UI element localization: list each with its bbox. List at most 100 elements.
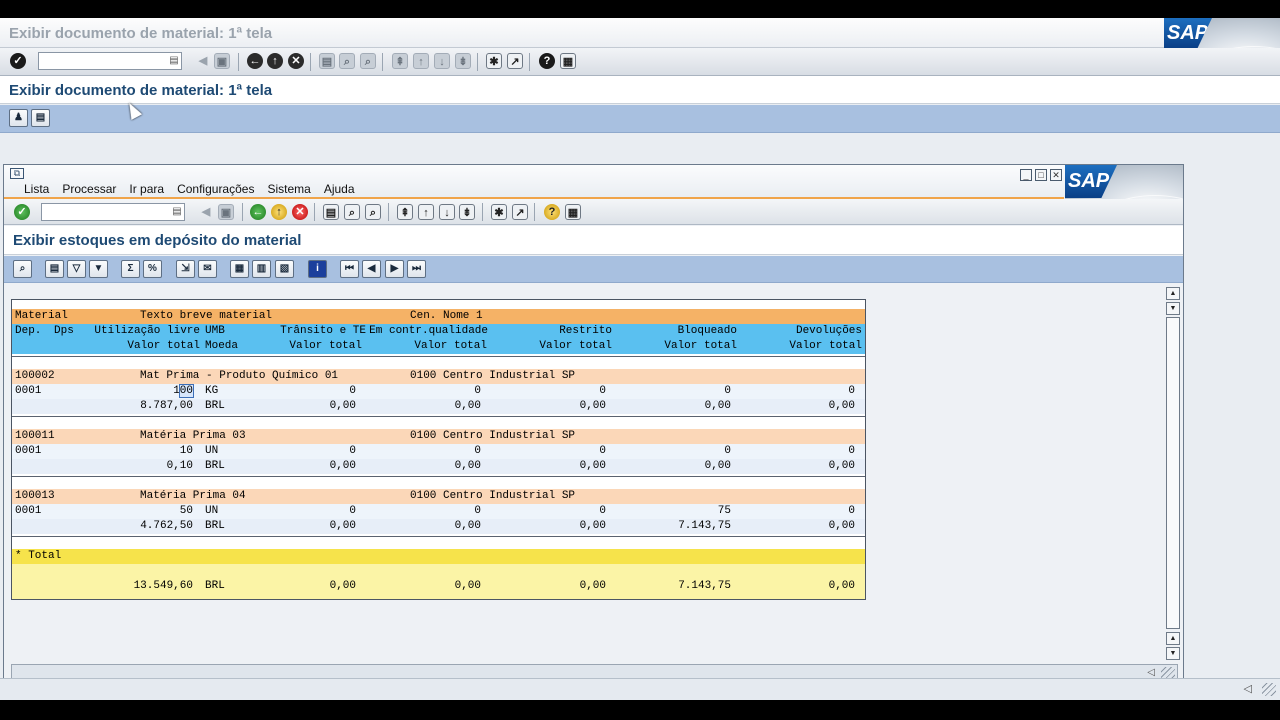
enter-icon[interactable]: ✓ [10,53,26,69]
material-row[interactable]: 100002 Mat Prima - Produto Químico 01 01… [12,369,865,384]
print-icon[interactable]: ▤ [45,260,64,278]
layout-icon[interactable]: ▦ [230,260,249,278]
vertical-scrollbar[interactable]: ▲ ▼ ▲ ▼ [1166,287,1180,661]
menu-processar[interactable]: Processar [62,182,116,198]
close-icon[interactable]: ✕ [1050,169,1062,181]
create-session-icon[interactable]: ✱ [491,204,507,220]
sum-icon[interactable]: Σ [121,260,140,278]
first-page-icon[interactable]: ⇞ [397,204,413,220]
dropdown-icon[interactable]: ▤ [169,55,179,67]
command-field[interactable]: ▤ [38,52,182,70]
first-icon[interactable]: ⏮ [340,260,359,278]
scroll-down-icon[interactable]: ▼ [1166,302,1180,315]
save-layout-icon[interactable]: ▧ [275,260,294,278]
help-icon[interactable]: ? [539,53,555,69]
quantity-row[interactable]: 0001 10 UN 0 0 0 0 0 [12,444,865,459]
separator [310,53,311,71]
user-icon[interactable]: ♟ [9,109,28,127]
col-valor-restrito[interactable]: Valor total [512,339,612,354]
material-row[interactable]: 100013 Matéria Prima 04 0100 Centro Indu… [12,489,865,504]
col-dps[interactable]: Dps [54,324,74,339]
total-values-row[interactable]: 13.549,60 BRL 0,00 0,00 0,00 7.143,75 0,… [12,564,865,599]
material-row[interactable]: 100011 Matéria Prima 03 0100 Centro Indu… [12,429,865,444]
value-row[interactable]: 0,10 BRL 0,00 0,00 0,00 0,00 0,00 [12,459,865,474]
scroll-track[interactable] [1166,317,1180,629]
quantity-row[interactable]: 0001 100 KG 0 0 0 0 0 [12,384,865,399]
print-icon[interactable]: ▤ [323,204,339,220]
details-icon[interactable]: ⌕ [13,260,32,278]
value-devol: 0,00 [828,400,855,412]
back-icon[interactable]: ← [247,53,263,69]
menu-sistema[interactable]: Sistema [267,182,310,198]
value-row[interactable]: 4.762,50 BRL 0,00 0,00 0,00 7.143,75 0,0… [12,519,865,534]
command-field[interactable]: ▤ [41,203,185,221]
window-title-bar: Exibir documento de material: 1ª tela [0,18,1280,48]
shortcut-icon[interactable]: ↗ [512,204,528,220]
change-layout-icon[interactable]: ▥ [252,260,271,278]
col-valor-total[interactable]: Valor total [90,339,200,354]
total-row[interactable]: * Total [12,549,865,564]
col-text[interactable]: Texto breve material [140,309,272,324]
col-cen[interactable]: Cen. Nome 1 [410,309,483,324]
menu-configuracoes[interactable]: Configurações [177,182,254,198]
col-umb[interactable]: UMB [205,324,225,339]
quantity-row[interactable]: 0001 50 UN 0 0 0 75 0 [12,504,865,519]
enter-icon[interactable]: ✓ [14,204,30,220]
filter-icon[interactable]: ▽ [67,260,86,278]
value-row[interactable]: 8.787,00 BRL 0,00 0,00 0,00 0,00 0,00 [12,399,865,414]
dropdown-icon[interactable]: ▤ [172,206,182,218]
last-icon[interactable]: ⏭ [407,260,426,278]
set-filter-icon[interactable]: ▼ [89,260,108,278]
subtotal-icon[interactable]: % [143,260,162,278]
col-devol[interactable]: Devoluções [762,324,862,339]
col-qual[interactable]: Em contr.qualidade [366,324,488,339]
send-icon[interactable]: ✉ [198,260,217,278]
exit-icon[interactable]: ↑ [267,53,283,69]
material-text: Matéria Prima 04 [140,490,246,502]
col-valor-bloqueado[interactable]: Valor total [637,339,737,354]
customize-layout-icon[interactable]: ▦ [560,53,576,69]
scroll-up-icon[interactable]: ▲ [1166,632,1180,645]
info-icon[interactable]: i [308,260,327,278]
col-material[interactable]: Material [15,309,68,324]
col-bloqueado[interactable]: Bloqueado [637,324,737,339]
col-transit[interactable]: Trânsito e TE [262,324,366,339]
scroll-up-icon[interactable]: ▲ [1166,287,1180,300]
col-valor-qual[interactable]: Valor total [387,339,487,354]
col-moeda[interactable]: Moeda [205,339,238,354]
next-page-icon[interactable]: ↓ [439,204,455,220]
col-valor-devol[interactable]: Valor total [762,339,862,354]
shortcut-icon[interactable]: ↗ [507,53,523,69]
qty-bloqueado: 75 [717,505,731,517]
save-icon: ▣ [218,204,234,220]
print-icon[interactable]: ▤ [31,109,50,127]
back-icon[interactable]: ← [250,204,266,220]
find-next-icon[interactable]: ⌕ [365,204,381,220]
exit-icon[interactable]: ↑ [271,204,287,220]
status-arrow-icon[interactable]: ◁ [1244,682,1252,695]
scroll-down-icon[interactable]: ▼ [1166,647,1180,660]
last-page-icon[interactable]: ⇟ [459,204,475,220]
maximize-icon[interactable]: □ [1035,169,1047,181]
help-icon[interactable]: ? [544,204,560,220]
menu-lista[interactable]: Lista [24,182,49,198]
col-util[interactable]: Utilização livre [90,324,200,339]
col-valor-transit[interactable]: Valor total [262,339,362,354]
previous-page-icon[interactable]: ↑ [418,204,434,220]
dialog-app-icon[interactable]: ⧉ [10,168,24,179]
menu-ir-para[interactable]: Ir para [129,182,164,198]
minimize-icon[interactable]: _ [1020,169,1032,181]
export-icon[interactable]: ⇲ [176,260,195,278]
next-icon[interactable]: ▶ [385,260,404,278]
col-restrito[interactable]: Restrito [512,324,612,339]
col-dep[interactable]: Dep. [15,324,41,339]
customize-layout-icon[interactable]: ▦ [565,204,581,220]
cancel-icon[interactable]: ✕ [288,53,304,69]
previous-icon[interactable]: ◀ [362,260,381,278]
menu-ajuda[interactable]: Ajuda [324,182,355,198]
find-icon[interactable]: ⌕ [344,204,360,220]
status-arrow-icon[interactable]: ◁ [1147,667,1155,678]
create-session-icon[interactable]: ✱ [486,53,502,69]
resize-grip-icon[interactable] [1262,683,1276,696]
cancel-icon[interactable]: ✕ [292,204,308,220]
